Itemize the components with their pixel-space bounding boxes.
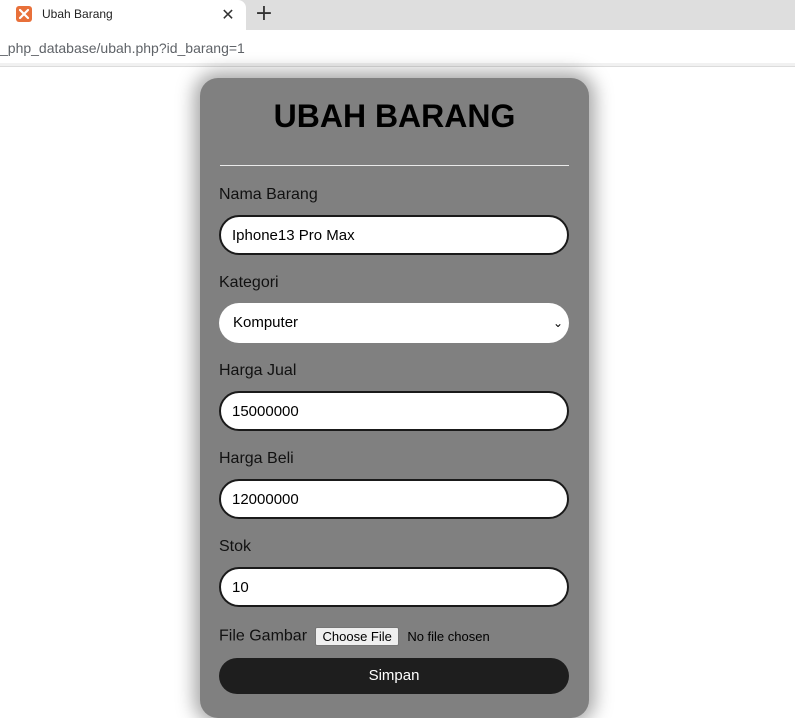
- file-gambar-row: File Gambar Choose File No file chosen: [219, 627, 490, 649]
- close-icon[interactable]: ✕: [218, 5, 238, 25]
- divider: [220, 165, 569, 166]
- file-status-text: No file chosen: [407, 629, 490, 644]
- browser-tab-bar: Ubah Barang ✕ +: [0, 0, 795, 30]
- xampp-icon: [16, 6, 32, 22]
- stok-input[interactable]: [219, 567, 569, 607]
- file-gambar-label: File Gambar: [219, 627, 308, 645]
- kategori-label: Kategori: [219, 274, 279, 291]
- choose-file-button[interactable]: Choose File: [315, 627, 399, 646]
- tab-title: Ubah Barang: [42, 7, 113, 21]
- kategori-select[interactable]: Komputer ⌄: [219, 303, 569, 343]
- address-bar[interactable]: _php_database/ubah.php?id_barang=1: [0, 30, 795, 66]
- harga-beli-label: Harga Beli: [219, 450, 294, 467]
- simpan-button[interactable]: Simpan: [219, 658, 569, 694]
- toolbar-divider: [0, 63, 795, 67]
- harga-jual-input[interactable]: [219, 391, 569, 431]
- nama-barang-input[interactable]: [219, 215, 569, 255]
- edit-item-card: UBAH BARANG Nama Barang Kategori Kompute…: [200, 78, 589, 718]
- stok-label: Stok: [219, 538, 252, 555]
- kategori-selected-value: Komputer: [233, 314, 299, 331]
- url-text[interactable]: _php_database/ubah.php?id_barang=1: [0, 40, 245, 56]
- harga-beli-input[interactable]: [219, 479, 569, 519]
- nama-barang-label: Nama Barang: [219, 186, 318, 203]
- harga-jual-label: Harga Jual: [219, 362, 297, 379]
- page-title: UBAH BARANG: [273, 98, 516, 134]
- chevron-down-icon: ⌄: [552, 316, 563, 330]
- new-tab-icon[interactable]: +: [252, 3, 276, 27]
- browser-tab[interactable]: Ubah Barang ✕: [0, 0, 246, 30]
